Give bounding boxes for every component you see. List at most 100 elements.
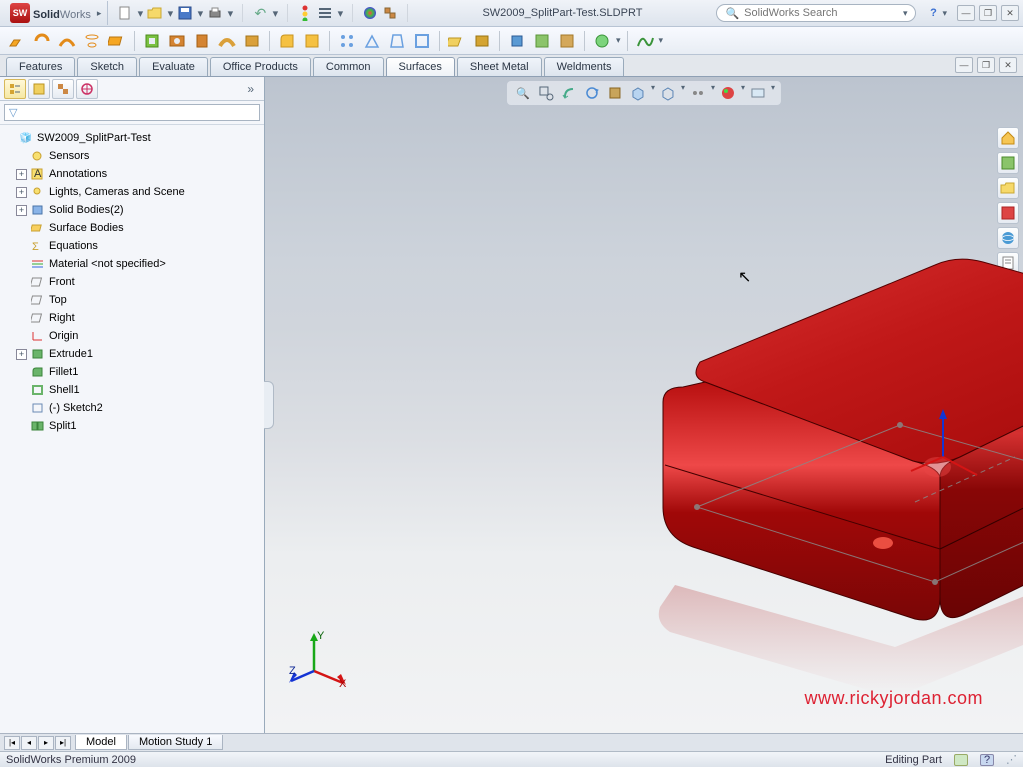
feature-hole-icon[interactable] <box>166 30 188 52</box>
logo-dropdown-icon[interactable]: ▸ <box>97 8 102 19</box>
dropdown-icon[interactable]: ▾ <box>136 4 144 22</box>
dimxpert-tab[interactable] <box>76 79 98 99</box>
tree-front-plane[interactable]: Front <box>2 273 262 291</box>
tree-extrude1[interactable]: +Extrude1 <box>2 345 262 363</box>
config-icon[interactable] <box>381 4 399 22</box>
tab-prev-icon[interactable]: ◂ <box>21 736 37 750</box>
dropdown-icon[interactable]: ▾ <box>771 83 775 103</box>
dropdown-icon[interactable]: ▾ <box>616 35 621 46</box>
expander-icon[interactable]: + <box>16 187 27 198</box>
dropdown-icon[interactable]: ▾ <box>681 83 685 103</box>
tree-fillet1[interactable]: Fillet1 <box>2 363 262 381</box>
dropdown-icon[interactable]: ▾ <box>166 4 174 22</box>
dropdown-icon[interactable]: ▾ <box>336 4 344 22</box>
tab-sketch[interactable]: Sketch <box>77 57 137 76</box>
panel-collapse-handle[interactable] <box>264 381 274 429</box>
dropdown-icon[interactable]: ▾ <box>226 4 234 22</box>
help-icon[interactable]: ? <box>924 4 942 22</box>
minimize-button[interactable]: — <box>957 5 975 21</box>
tree-root[interactable]: 🧊SW2009_SplitPart-Test <box>2 129 262 147</box>
tab-common[interactable]: Common <box>313 57 384 76</box>
3d-viewport[interactable]: 🔍 ▾ ▾ ▾ ▾ ▾ <box>265 77 1023 733</box>
tab-office-products[interactable]: Office Products <box>210 57 311 76</box>
traffic-light-icon[interactable] <box>296 4 314 22</box>
tree-right-plane[interactable]: Right <box>2 309 262 327</box>
tab-surfaces[interactable]: Surfaces <box>386 57 455 76</box>
feature-tree-tab[interactable] <box>4 79 26 99</box>
tree-sensors[interactable]: Sensors <box>2 147 262 165</box>
status-rebuild-icon[interactable] <box>954 754 968 766</box>
open-icon[interactable] <box>146 4 164 22</box>
tab-features[interactable]: Features <box>6 57 75 76</box>
dropdown-icon[interactable]: ▾ <box>659 35 664 46</box>
tab-evaluate[interactable]: Evaluate <box>139 57 208 76</box>
display-style-icon[interactable] <box>658 83 678 103</box>
zoom-fit-icon[interactable]: 🔍 <box>513 83 533 103</box>
zoom-area-icon[interactable] <box>536 83 556 103</box>
design-library-icon[interactable] <box>997 152 1019 174</box>
expander-icon[interactable]: + <box>16 205 27 216</box>
tree-sketch2[interactable]: (-) Sketch2 <box>2 399 262 417</box>
save-icon[interactable] <box>176 4 194 22</box>
feature-cut-extrude-icon[interactable] <box>141 30 163 52</box>
feature-pattern-icon[interactable] <box>336 30 358 52</box>
tree-top-plane[interactable]: Top <box>2 291 262 309</box>
tree-shell1[interactable]: Shell1 <box>2 381 262 399</box>
tab-last-icon[interactable]: ▸| <box>55 736 71 750</box>
tab-weldments[interactable]: Weldments <box>544 57 625 76</box>
toolbar-icon-a[interactable] <box>531 30 553 52</box>
feature-cut-revolve-icon[interactable] <box>191 30 213 52</box>
tab-sheet-metal[interactable]: Sheet Metal <box>457 57 542 76</box>
tree-solid-bodies[interactable]: +Solid Bodies(2) <box>2 201 262 219</box>
rotate-view-icon[interactable] <box>582 83 602 103</box>
search-box[interactable]: 🔍 ▾ <box>716 4 916 22</box>
tab-next-icon[interactable]: ▸ <box>38 736 54 750</box>
options-icon[interactable] <box>316 4 334 22</box>
close-button[interactable]: ✕ <box>1001 5 1019 21</box>
apply-scene-icon[interactable] <box>748 83 768 103</box>
tree-material[interactable]: Material <not specified> <box>2 255 262 273</box>
feature-draft-icon[interactable] <box>386 30 408 52</box>
appearance-ball-icon[interactable] <box>361 4 379 22</box>
feature-sweep-icon[interactable] <box>56 30 78 52</box>
dropdown-icon[interactable]: ▾ <box>741 83 745 103</box>
panel-expand-icon[interactable]: » <box>241 82 260 96</box>
view-orientation-icon[interactable] <box>628 83 648 103</box>
status-resize-grip-icon[interactable]: ⋰ <box>1006 753 1017 766</box>
property-manager-tab[interactable] <box>28 79 50 99</box>
model-tab[interactable]: Model <box>75 735 127 750</box>
dropdown-icon[interactable]: ▾ <box>271 4 279 22</box>
feature-boundary-icon[interactable] <box>106 30 128 52</box>
dropdown-icon[interactable]: ▾ <box>196 4 204 22</box>
expander-icon[interactable]: + <box>16 349 27 360</box>
section-view-icon[interactable] <box>605 83 625 103</box>
status-help-icon[interactable]: ? <box>980 754 994 766</box>
tree-annotations[interactable]: +AAnnotations <box>2 165 262 183</box>
toolbar-icon-b[interactable] <box>556 30 578 52</box>
tree-lights[interactable]: +Lights, Cameras and Scene <box>2 183 262 201</box>
feature-revolve-icon[interactable] <box>31 30 53 52</box>
view-triad[interactable]: Y X Z <box>289 629 349 689</box>
feature-tree[interactable]: 🧊SW2009_SplitPart-Test Sensors +AAnnotat… <box>0 125 264 733</box>
restore-button[interactable]: ❐ <box>979 5 997 21</box>
feature-fillet-icon[interactable] <box>276 30 298 52</box>
feature-cut-sweep-icon[interactable] <box>216 30 238 52</box>
ref-geom-icon[interactable] <box>446 30 468 52</box>
feature-rib-icon[interactable] <box>361 30 383 52</box>
tree-equations[interactable]: ΣEquations <box>2 237 262 255</box>
new-doc-icon[interactable] <box>116 4 134 22</box>
feature-shell-icon[interactable] <box>411 30 433 52</box>
home-icon[interactable] <box>997 127 1019 149</box>
feature-loft-icon[interactable] <box>81 30 103 52</box>
help-dropdown-icon[interactable]: ▾ <box>942 8 947 19</box>
configuration-manager-tab[interactable] <box>52 79 74 99</box>
mdi-restore-button[interactable]: ❐ <box>977 57 995 73</box>
tab-first-icon[interactable]: |◂ <box>4 736 20 750</box>
toolbar-icon-c[interactable] <box>591 30 613 52</box>
feature-cut-loft-icon[interactable] <box>241 30 263 52</box>
hide-show-icon[interactable] <box>688 83 708 103</box>
ref-curve-icon[interactable] <box>471 30 493 52</box>
undo-icon[interactable]: ↶ <box>251 4 269 22</box>
mdi-minimize-button[interactable]: — <box>955 57 973 73</box>
mdi-close-button[interactable]: ✕ <box>999 57 1017 73</box>
